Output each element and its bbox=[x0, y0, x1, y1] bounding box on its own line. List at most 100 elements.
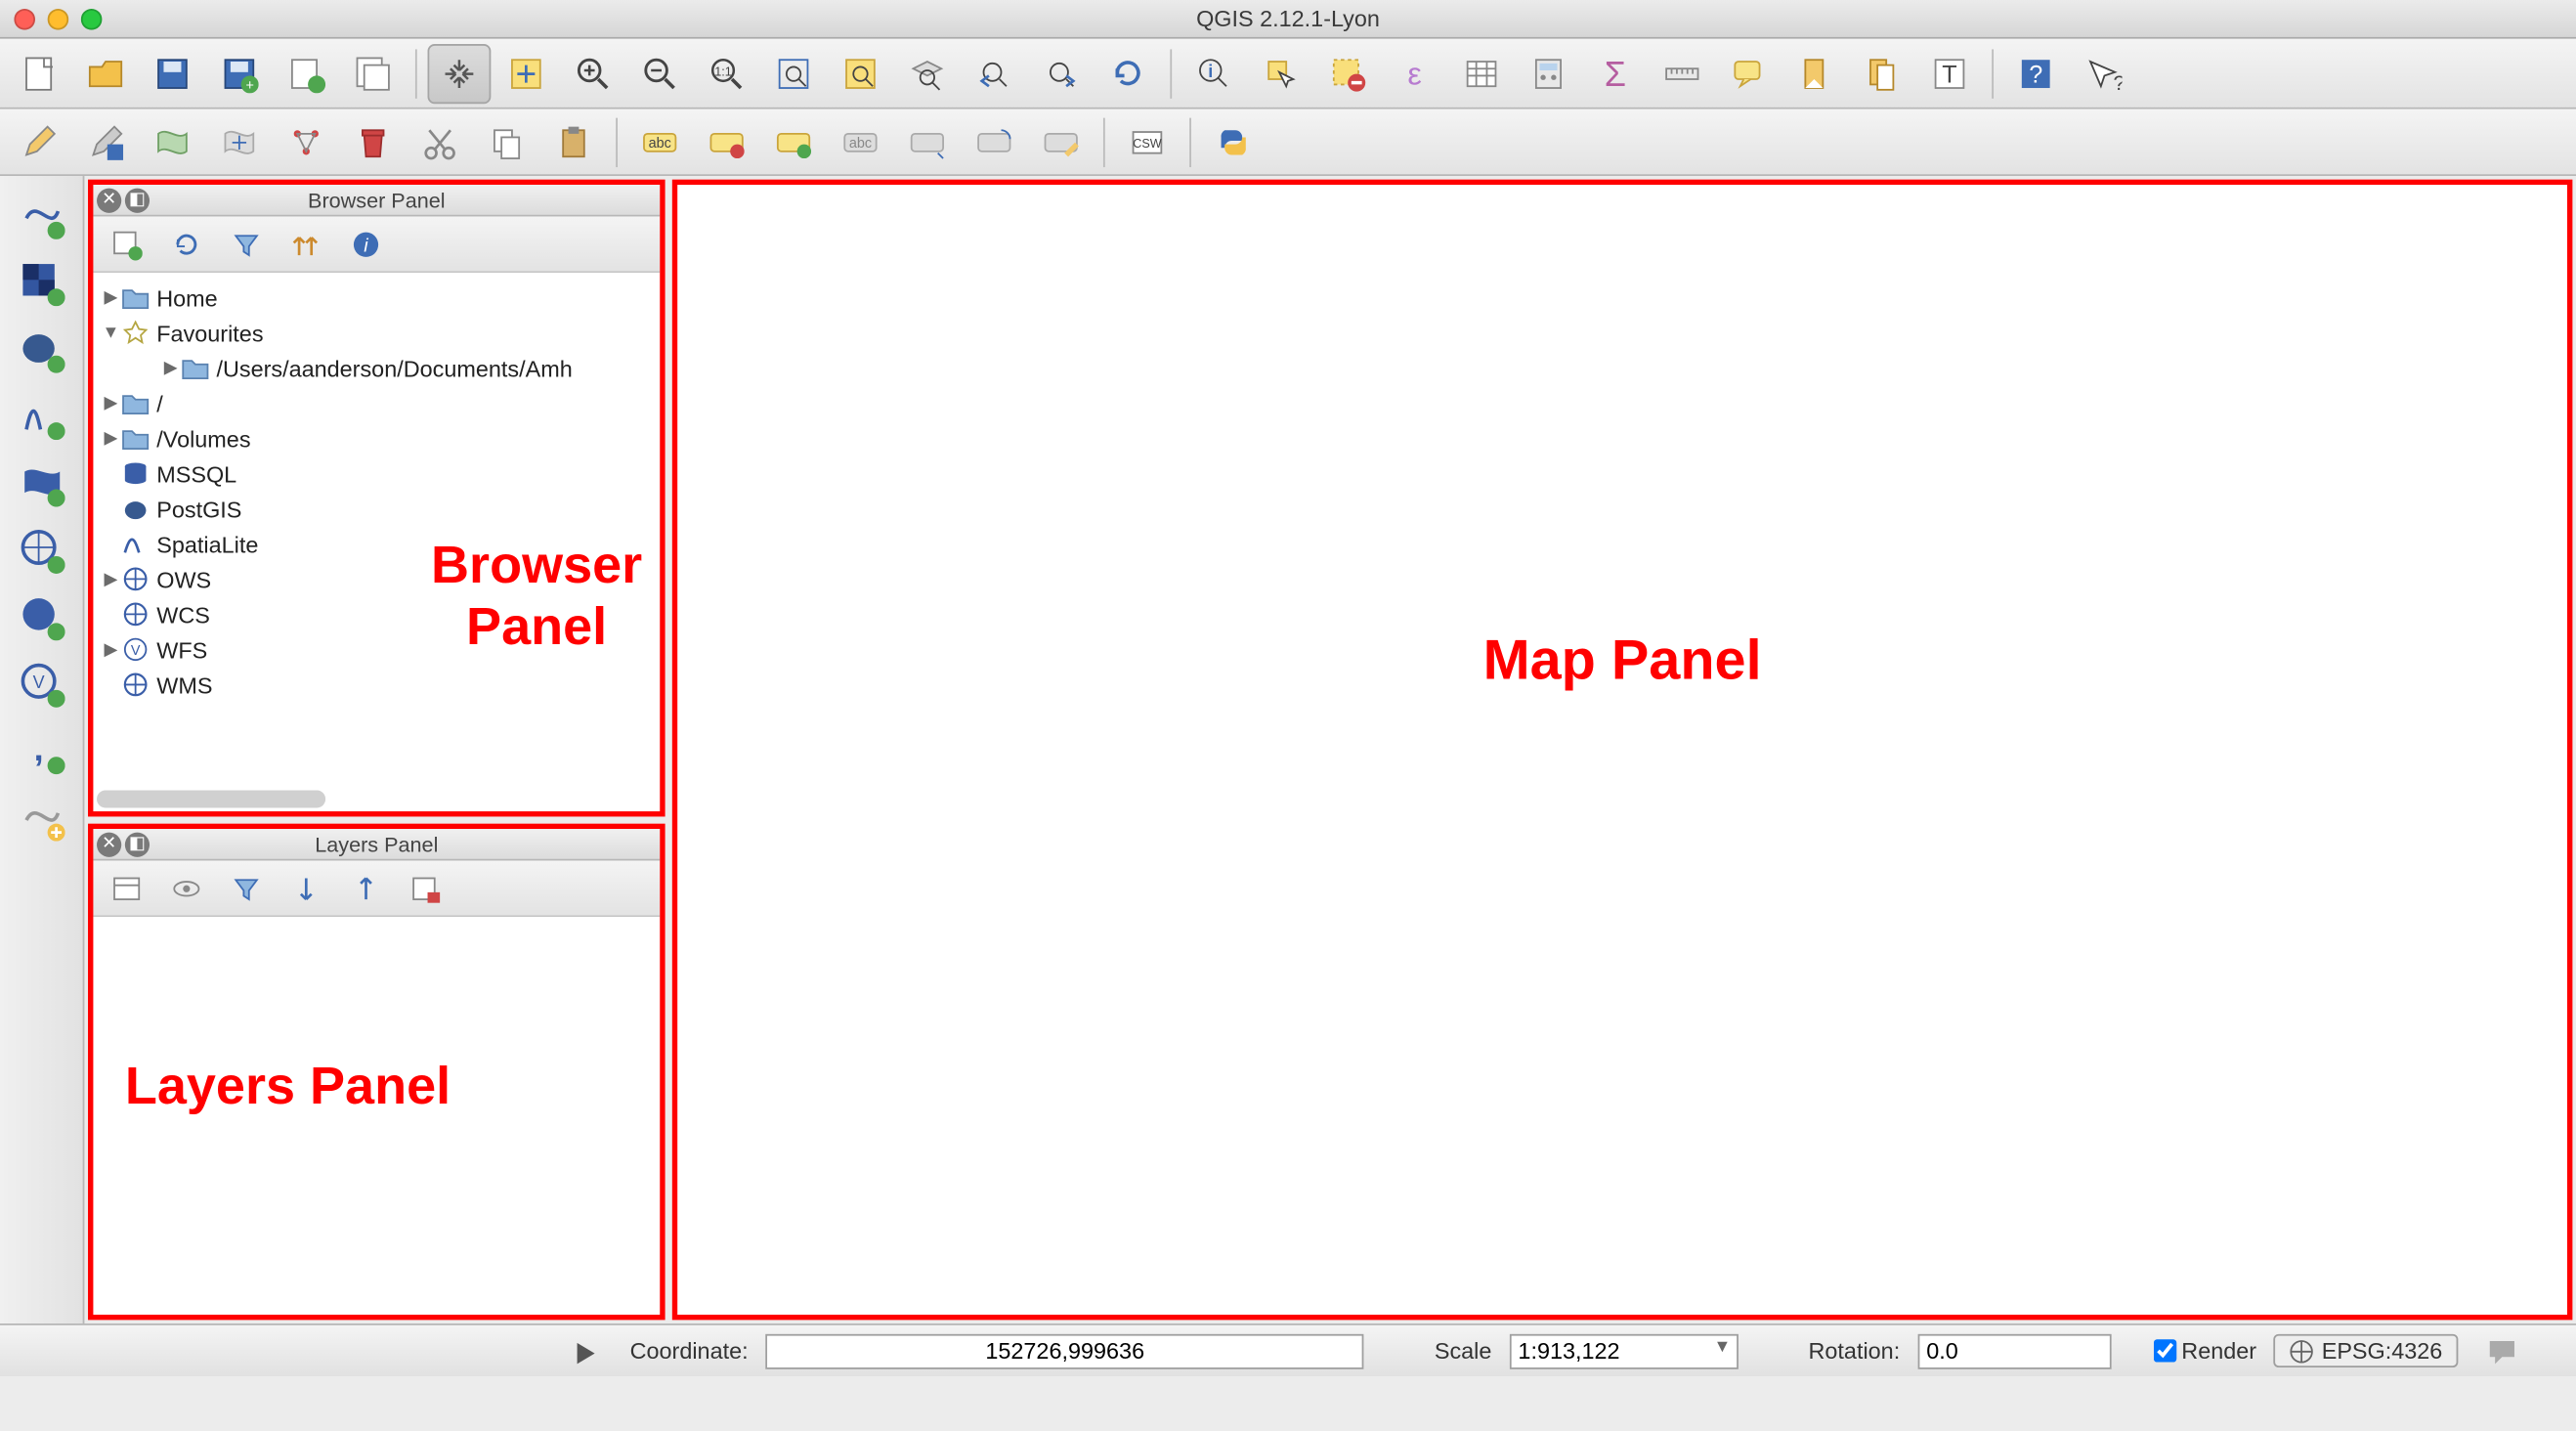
browser-tree-item[interactable]: ▶/ bbox=[101, 385, 653, 420]
zoom-native-button[interactable]: 1:1 bbox=[695, 43, 758, 103]
zoom-to-selection-button[interactable] bbox=[829, 43, 892, 103]
layers-panel-header[interactable]: ✕◧ Layers Panel bbox=[93, 829, 660, 860]
expand-arrow-icon[interactable]: ▶ bbox=[101, 287, 122, 307]
label-tool-abc-button[interactable]: abc bbox=[628, 111, 692, 171]
paste-features-button[interactable] bbox=[542, 111, 606, 171]
browser-tree-item[interactable]: PostGIS bbox=[101, 491, 653, 526]
add-postgis-layer-button[interactable] bbox=[10, 321, 73, 380]
filter-legend-icon[interactable] bbox=[220, 865, 273, 911]
add-vector-layer-button[interactable] bbox=[10, 187, 73, 246]
move-feature-button[interactable] bbox=[207, 111, 271, 171]
render-checkbox[interactable] bbox=[2154, 1339, 2176, 1362]
layers-tree[interactable]: Layers Panel bbox=[93, 917, 660, 1315]
crs-button[interactable]: EPSG:4326 bbox=[2274, 1334, 2458, 1367]
refresh-button[interactable] bbox=[1096, 43, 1160, 103]
expand-arrow-icon[interactable]: ▶ bbox=[101, 428, 122, 448]
add-raster-layer-button[interactable] bbox=[10, 253, 73, 313]
pan-button[interactable] bbox=[428, 43, 492, 103]
field-calculator-button[interactable] bbox=[1517, 43, 1580, 103]
expand-arrow-icon[interactable]: ▼ bbox=[101, 323, 122, 342]
label-rotate-button[interactable] bbox=[963, 111, 1026, 171]
style-manager-icon[interactable] bbox=[101, 865, 153, 911]
close-window-button[interactable] bbox=[14, 8, 35, 29]
browser-tree-item[interactable]: ▶Home bbox=[101, 280, 653, 315]
properties-icon[interactable]: i bbox=[340, 221, 393, 267]
attribute-table-button[interactable] bbox=[1450, 43, 1514, 103]
zoom-in-button[interactable] bbox=[561, 43, 624, 103]
zoom-last-button[interactable] bbox=[963, 43, 1026, 103]
save-as-button[interactable]: + bbox=[207, 43, 271, 103]
toggle-extents-icon[interactable] bbox=[560, 1328, 613, 1374]
zoom-window-button[interactable] bbox=[81, 8, 103, 29]
panel-undock-icon[interactable]: ◧ bbox=[125, 832, 150, 856]
open-project-button[interactable] bbox=[74, 43, 138, 103]
show-bookmarks-button[interactable] bbox=[1851, 43, 1914, 103]
label-change-button[interactable] bbox=[1029, 111, 1093, 171]
pan-to-selection-button[interactable] bbox=[494, 43, 558, 103]
chevron-down-icon[interactable]: ▼ bbox=[1713, 1337, 1731, 1357]
new-bookmark-button[interactable] bbox=[1784, 43, 1848, 103]
add-layer-icon[interactable] bbox=[101, 221, 153, 267]
render-toggle[interactable]: Render bbox=[2154, 1337, 2257, 1364]
expand-all-icon[interactable] bbox=[279, 865, 332, 911]
expand-arrow-icon[interactable]: ▶ bbox=[101, 639, 122, 659]
scale-input[interactable] bbox=[1509, 1333, 1738, 1368]
browser-tree-item[interactable]: ▶/Volumes bbox=[101, 420, 653, 455]
browser-tree-item[interactable]: ▶/Users/aanderson/Documents/Amh bbox=[101, 350, 653, 385]
deselect-button[interactable] bbox=[1316, 43, 1380, 103]
horizontal-scrollbar[interactable] bbox=[97, 790, 325, 807]
filter-icon[interactable] bbox=[220, 221, 273, 267]
manage-visibility-icon[interactable] bbox=[160, 865, 213, 911]
identify-button[interactable]: i bbox=[1182, 43, 1246, 103]
add-wfs-layer-button[interactable]: V bbox=[10, 655, 73, 715]
remove-layer-icon[interactable] bbox=[400, 865, 452, 911]
map-tips-button[interactable] bbox=[1717, 43, 1781, 103]
add-wms-layer-button[interactable] bbox=[10, 521, 73, 581]
add-feature-button[interactable] bbox=[141, 111, 204, 171]
metasearch-button[interactable]: CSW bbox=[1116, 111, 1180, 171]
whats-this-button[interactable]: ? bbox=[2071, 43, 2134, 103]
panel-close-icon[interactable]: ✕ bbox=[97, 188, 121, 212]
zoom-to-layer-button[interactable] bbox=[895, 43, 959, 103]
label-move-button[interactable] bbox=[895, 111, 959, 171]
add-wcs-layer-button[interactable] bbox=[10, 587, 73, 647]
messages-icon[interactable] bbox=[2476, 1328, 2529, 1374]
label-pin-button[interactable] bbox=[762, 111, 826, 171]
panel-close-icon[interactable]: ✕ bbox=[97, 832, 121, 856]
help-button[interactable]: ? bbox=[2004, 43, 2068, 103]
expand-arrow-icon[interactable]: ▶ bbox=[101, 393, 122, 412]
toggle-editing-button[interactable] bbox=[7, 111, 70, 171]
zoom-out-button[interactable] bbox=[628, 43, 692, 103]
map-canvas[interactable]: Map Panel bbox=[672, 180, 2573, 1321]
zoom-full-button[interactable] bbox=[762, 43, 826, 103]
new-shapefile-layer-button[interactable] bbox=[10, 789, 73, 848]
expand-arrow-icon[interactable]: ▶ bbox=[160, 358, 182, 377]
expand-arrow-icon[interactable]: ▶ bbox=[101, 569, 122, 588]
select-by-expression-button[interactable]: ε bbox=[1383, 43, 1446, 103]
collapse-all-icon[interactable] bbox=[279, 221, 332, 267]
text-annotation-button[interactable]: T bbox=[1918, 43, 1982, 103]
collapse-all-icon[interactable] bbox=[340, 865, 393, 911]
add-spatialite-layer-button[interactable] bbox=[10, 387, 73, 447]
add-delimited-text-layer-button[interactable]: , bbox=[10, 721, 73, 781]
browser-tree-item[interactable]: WMS bbox=[101, 667, 653, 702]
save-project-button[interactable] bbox=[141, 43, 204, 103]
save-edits-button[interactable] bbox=[74, 111, 138, 171]
cut-features-button[interactable] bbox=[408, 111, 472, 171]
measure-button[interactable] bbox=[1651, 43, 1714, 103]
browser-panel-header[interactable]: ✕◧ Browser Panel bbox=[93, 185, 660, 216]
composer-manager-button[interactable] bbox=[341, 43, 405, 103]
delete-selected-button[interactable] bbox=[341, 111, 405, 171]
refresh-icon[interactable] bbox=[160, 221, 213, 267]
copy-features-button[interactable] bbox=[475, 111, 538, 171]
new-print-composer-button[interactable] bbox=[275, 43, 338, 103]
label-show-button[interactable]: abc bbox=[829, 111, 892, 171]
python-console-button[interactable] bbox=[1202, 111, 1266, 171]
node-tool-button[interactable] bbox=[275, 111, 338, 171]
browser-tree-item[interactable]: ▼Favourites bbox=[101, 315, 653, 350]
minimize-window-button[interactable] bbox=[48, 8, 69, 29]
browser-tree[interactable]: ▶Home▼Favourites▶/Users/aanderson/Docume… bbox=[93, 273, 660, 811]
select-features-button[interactable] bbox=[1249, 43, 1312, 103]
rotation-input[interactable] bbox=[1917, 1333, 2111, 1368]
label-highlight-button[interactable] bbox=[695, 111, 758, 171]
